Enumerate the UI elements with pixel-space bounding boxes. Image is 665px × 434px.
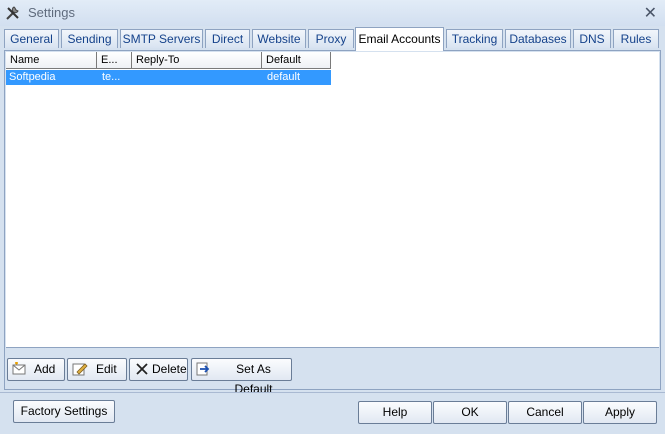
tab-rules[interactable]: Rules [613, 29, 659, 48]
add-button-label: Add [34, 362, 56, 376]
tab-strip: General Sending SMTP Servers Direct Webs… [4, 27, 661, 51]
cell-reply-to [132, 70, 262, 85]
delete-button[interactable]: Delete [129, 358, 188, 381]
delete-button-label: Delete [152, 362, 187, 376]
cancel-button[interactable]: Cancel [508, 401, 582, 424]
grid-header: Name E... Reply-To Default [6, 52, 659, 69]
tab-tracking[interactable]: Tracking [446, 29, 503, 48]
ok-button[interactable]: OK [433, 401, 507, 424]
tab-dns[interactable]: DNS [573, 29, 611, 48]
set-as-default-button[interactable]: Set As Default [191, 358, 292, 396]
factory-settings-button[interactable]: Factory Settings [13, 400, 115, 423]
edit-button[interactable]: Edit [67, 358, 127, 381]
cell-name: Softpedia [9, 71, 56, 83]
footer-divider [0, 392, 665, 393]
accounts-grid[interactable]: Name E... Reply-To Default Softpedia te.… [6, 52, 659, 348]
column-header-email[interactable]: E... [97, 52, 132, 69]
title-bar: Settings ✕ [0, 0, 665, 26]
tab-email-accounts[interactable]: Email Accounts [355, 27, 444, 51]
tab-sending[interactable]: Sending [61, 29, 118, 48]
set-default-arrow-icon [196, 362, 210, 376]
tab-website[interactable]: Website [252, 29, 306, 48]
window-title: Settings [28, 5, 75, 20]
table-row[interactable]: Softpedia te... default [6, 70, 331, 85]
add-account-icon [12, 362, 26, 375]
add-button[interactable]: Add [7, 358, 65, 381]
tab-smtp-servers[interactable]: SMTP Servers [120, 29, 203, 48]
tab-databases[interactable]: Databases [505, 29, 571, 48]
tab-general[interactable]: General [4, 29, 59, 48]
column-header-reply-to[interactable]: Reply-To [132, 52, 262, 69]
settings-tools-icon [6, 6, 19, 20]
column-header-default[interactable]: Default [262, 52, 331, 69]
email-accounts-panel: Name E... Reply-To Default Softpedia te.… [4, 50, 661, 396]
help-button[interactable]: Help [358, 401, 432, 424]
apply-button[interactable]: Apply [583, 401, 657, 424]
tab-proxy[interactable]: Proxy [308, 29, 354, 48]
edit-button-label: Edit [96, 362, 117, 376]
delete-x-icon [136, 363, 148, 375]
tab-direct[interactable]: Direct [205, 29, 250, 48]
edit-icon [72, 363, 88, 376]
cell-default: default [267, 71, 301, 83]
set-as-default-label: Set As Default [234, 362, 273, 396]
column-header-name[interactable]: Name [6, 52, 97, 69]
close-icon[interactable]: ✕ [644, 3, 657, 23]
cell-email: te... [102, 71, 121, 83]
